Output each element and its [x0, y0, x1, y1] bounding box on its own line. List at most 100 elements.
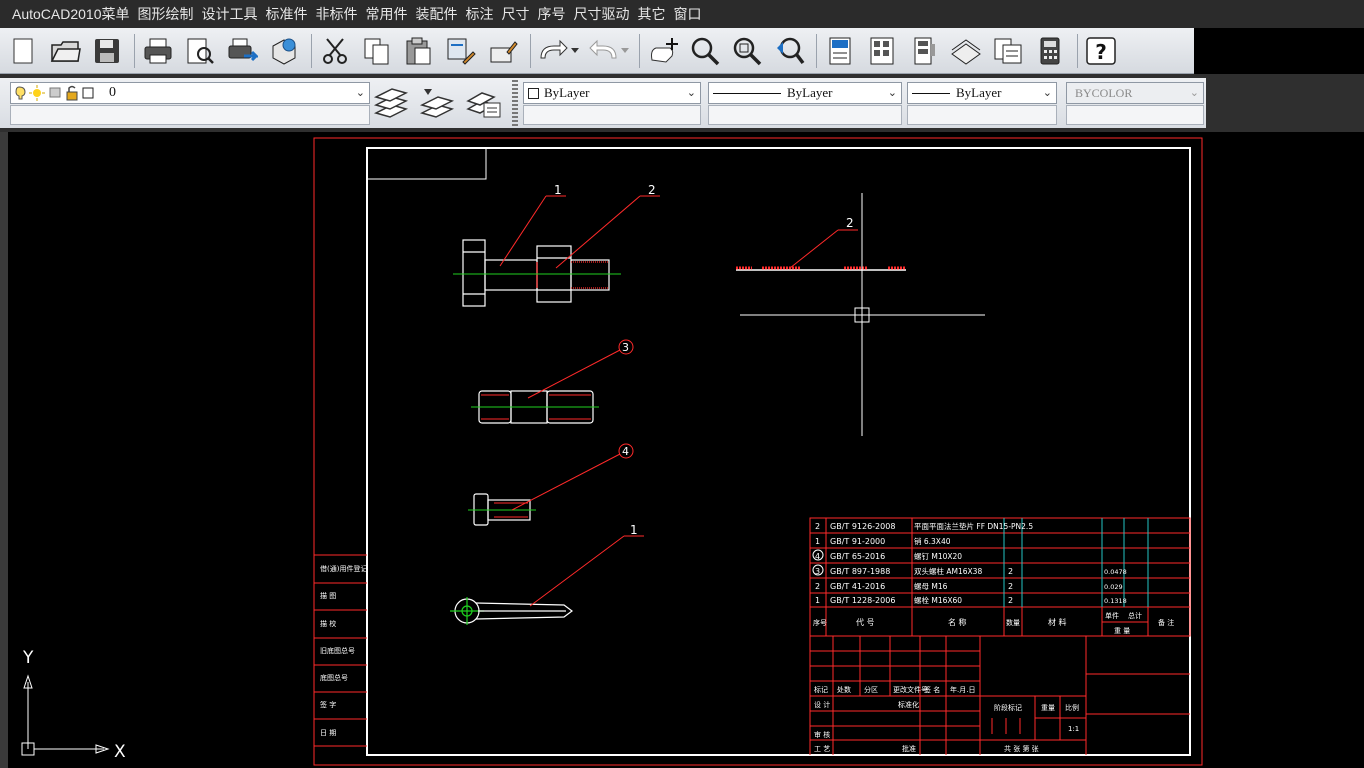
menu-item[interactable]: 尺寸驱动: [574, 0, 638, 28]
bolt-nut-assembly: [462, 239, 610, 307]
publish-icon[interactable]: [223, 32, 261, 70]
print-icon[interactable]: [139, 32, 177, 70]
zoom-window-icon[interactable]: [728, 32, 766, 70]
layers-toolbar-body: 0 ⌄ ByLayer ⌄ ByLayer ⌄ ByLayer ⌄ BYCOLO…: [0, 78, 1206, 128]
bom-code: GB/T 897-1988: [830, 567, 890, 576]
menu-item[interactable]: 序号: [538, 0, 574, 28]
menu-item[interactable]: 尺寸: [502, 0, 538, 28]
lineweight-value: ByLayer: [956, 85, 1002, 100]
chevron-down-icon[interactable]: ⌄: [1043, 86, 1052, 99]
cut-icon[interactable]: [316, 32, 354, 70]
lineweight-sample: [912, 92, 950, 94]
bom-header-qty: 数量: [1006, 618, 1020, 627]
linetype-dropdown[interactable]: ByLayer ⌄: [708, 82, 902, 104]
help-icon[interactable]: ?: [1082, 32, 1120, 70]
color-swatch: [528, 87, 539, 99]
menu-item[interactable]: 装配件: [416, 0, 466, 28]
layer-name: 0: [109, 85, 116, 100]
bom-qty: 2: [1008, 567, 1013, 576]
chevron-down-icon: ⌄: [1189, 86, 1199, 99]
balloon-gasket: 2: [846, 216, 854, 230]
gasket-view: [736, 229, 906, 271]
menu-item[interactable]: 其它: [638, 0, 674, 28]
title-weight: 重量: [1041, 704, 1055, 712]
menu-item[interactable]: 图形绘制: [138, 0, 202, 28]
color-dropdown[interactable]: ByLayer ⌄: [523, 82, 701, 104]
menu-item[interactable]: 常用件: [366, 0, 416, 28]
toolbar-grip[interactable]: [512, 80, 518, 126]
open-folder-icon[interactable]: [46, 32, 84, 70]
side-label: 底图总号: [320, 673, 348, 682]
menu-item[interactable]: AutoCAD2010菜单: [12, 0, 138, 28]
linetype-value: ByLayer: [787, 85, 833, 100]
markup-set-icon[interactable]: [989, 32, 1027, 70]
svg-text:?: ?: [1095, 40, 1107, 64]
match-properties-icon[interactable]: [442, 32, 480, 70]
color-sub-field: [523, 105, 701, 125]
paste-icon[interactable]: [400, 32, 438, 70]
lineweight-sub-field: [907, 105, 1057, 125]
title-block-label: 分区: [864, 685, 878, 694]
sheet-set-manager-icon[interactable]: [947, 32, 985, 70]
drawing-canvas[interactable]: 借(通)用件登记描 图描 校旧底图总号 底图总号签 字日 期 1 2 2 3 4…: [0, 132, 1364, 768]
block-editor-icon[interactable]: [484, 32, 522, 70]
menu-item[interactable]: 标准件: [266, 0, 316, 28]
layer-previous-icon[interactable]: [418, 84, 456, 122]
balloon-nut: 2: [648, 183, 656, 197]
tool-palettes-icon[interactable]: [905, 32, 943, 70]
chevron-down-icon[interactable]: ⌄: [687, 86, 696, 99]
menu-item[interactable]: 设计工具: [202, 0, 266, 28]
bom-name: 螺母 M16: [914, 581, 948, 591]
layer-states-icon[interactable]: [464, 84, 502, 122]
bom-unit-weight: 0.1318: [1104, 597, 1127, 605]
layer-previous-field: [10, 105, 370, 125]
bom-header-no: 序号: [813, 618, 827, 627]
bom-code: GB/T 9126-2008: [830, 522, 895, 531]
3d-dwf-icon[interactable]: [265, 32, 303, 70]
bom-qty: 2: [1008, 582, 1013, 591]
chevron-down-icon[interactable]: ⌄: [356, 86, 365, 99]
standard-toolbar: ?: [0, 28, 1194, 74]
print-preview-icon[interactable]: [181, 32, 219, 70]
ucs-icon: [21, 674, 110, 756]
ucs-x-label: X: [114, 742, 126, 762]
bom-header-code: 代 号: [856, 617, 875, 627]
bom-name: 平面平面法兰垫片 FF DN15-PN2.5: [914, 521, 1033, 531]
zoom-previous-icon[interactable]: [770, 32, 808, 70]
lineweight-dropdown[interactable]: ByLayer ⌄: [907, 82, 1057, 104]
menu-item[interactable]: 标注: [466, 0, 502, 28]
bom-header-material: 材 料: [1048, 617, 1067, 627]
design-center-icon[interactable]: [863, 32, 901, 70]
title-block-label: 签 名: [924, 685, 940, 694]
bom-header-unit: 单件: [1105, 611, 1119, 620]
redo-icon[interactable]: [535, 32, 581, 70]
layers-properties-toolbar: 0 ⌄ ByLayer ⌄ ByLayer ⌄ ByLayer ⌄ BYCOLO…: [0, 74, 1364, 132]
title-block: [809, 636, 1190, 755]
save-icon[interactable]: [88, 32, 126, 70]
new-file-icon[interactable]: [4, 32, 42, 70]
bom-header-total: 总计: [1128, 611, 1142, 620]
linetype-sub-field: [708, 105, 902, 125]
properties-icon[interactable]: [821, 32, 859, 70]
drawing-code-box: [366, 147, 487, 180]
balloon-stud: 3: [622, 341, 629, 354]
quick-calc-icon[interactable]: [1031, 32, 1069, 70]
menu-item[interactable]: 非标件: [316, 0, 366, 28]
menu-bar: AutoCAD2010菜单 图形绘制 设计工具 标准件 非标件 常用件 装配件 标注 尺寸 序号尺…: [0, 0, 1364, 28]
layer-properties-icon[interactable]: [372, 84, 410, 122]
chevron-down-icon[interactable]: ⌄: [888, 86, 897, 99]
title-scale: 比例: [1065, 703, 1079, 712]
menu-item[interactable]: 窗口: [674, 0, 710, 28]
copy-icon[interactable]: [358, 32, 396, 70]
undo-icon[interactable]: [585, 32, 631, 70]
pan-icon[interactable]: [644, 32, 682, 70]
bom-code: GB/T 65-2016: [830, 552, 885, 561]
zoom-realtime-icon[interactable]: [686, 32, 724, 70]
title-stage-mark: 阶段标记: [994, 703, 1022, 712]
bom-name: 螺钉 M10X20: [914, 551, 962, 561]
side-label: 描 图: [320, 591, 336, 600]
ucs-y-label: Y: [22, 648, 34, 668]
layer-dropdown[interactable]: 0 ⌄: [10, 82, 370, 104]
title-craft: 工 艺: [814, 745, 830, 753]
toolbar-separator: [639, 33, 640, 68]
